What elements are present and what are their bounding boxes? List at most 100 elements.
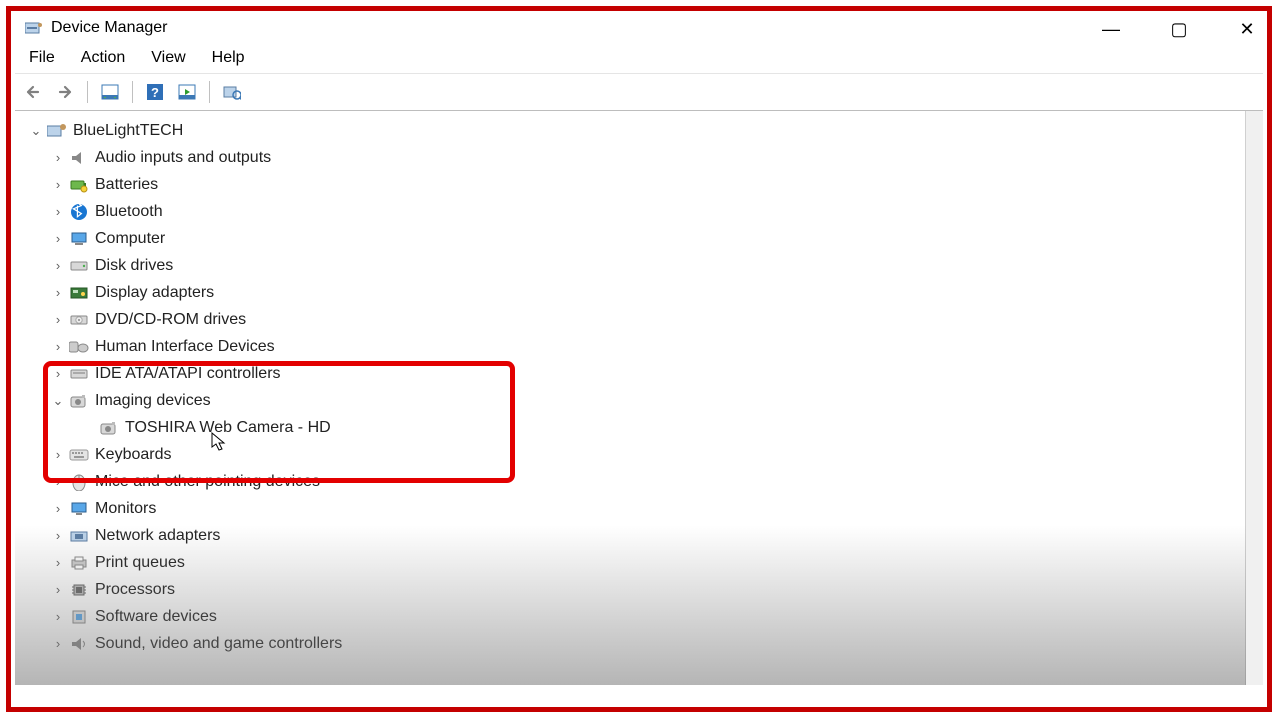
- bt-icon: [69, 203, 89, 221]
- disp-icon: [69, 284, 89, 302]
- net-icon: [69, 527, 89, 545]
- window-title: Device Manager: [51, 19, 168, 37]
- arrow-right-icon: [56, 84, 74, 100]
- menu-action[interactable]: Action: [81, 49, 125, 67]
- tree-item-label: Software devices: [95, 608, 217, 626]
- chevron-right-icon: ›: [51, 285, 65, 300]
- comp-icon: [69, 230, 89, 248]
- tree-item-net[interactable]: › Network adapters: [29, 522, 1263, 549]
- print-icon: [69, 554, 89, 572]
- tree-item-audio[interactable]: › Audio inputs and outputs: [29, 144, 1263, 171]
- tree-item-label: IDE ATA/ATAPI controllers: [95, 365, 281, 383]
- tree-item-sound[interactable]: › Sound, video and game controllers: [29, 630, 1263, 657]
- toolbar-separator: [87, 81, 88, 103]
- tree-item-label: Mice and other pointing devices: [95, 473, 320, 491]
- mouse-icon: [69, 473, 89, 491]
- mon-icon: [69, 500, 89, 518]
- img-icon: [69, 392, 89, 410]
- menu-view[interactable]: View: [151, 49, 185, 67]
- chevron-right-icon: ›: [51, 258, 65, 273]
- chevron-right-icon: ›: [51, 177, 65, 192]
- tree-item-print[interactable]: › Print queues: [29, 549, 1263, 576]
- panel-icon: [101, 84, 119, 100]
- tree-item-cpu[interactable]: › Processors: [29, 576, 1263, 603]
- tree-item-kbd[interactable]: ›Keyboards: [29, 441, 1263, 468]
- chevron-right-icon: ›: [51, 366, 65, 381]
- chevron-right-icon: ›: [51, 555, 65, 570]
- tree-item-label: Keyboards: [95, 446, 172, 464]
- vertical-scrollbar[interactable]: [1245, 111, 1263, 685]
- cpu-icon: [69, 581, 89, 599]
- tree-item-dvd[interactable]: › DVD/CD-ROM drives: [29, 306, 1263, 333]
- tree-item-mon[interactable]: ›Monitors: [29, 495, 1263, 522]
- help-button[interactable]: ?: [143, 80, 167, 104]
- hid-icon: [69, 338, 89, 356]
- chevron-right-icon: ›: [51, 312, 65, 327]
- svg-text:?: ?: [151, 85, 159, 100]
- chevron-right-icon: ›: [51, 339, 65, 354]
- tree-item-label: Disk drives: [95, 257, 173, 275]
- chevron-right-icon: ›: [51, 231, 65, 246]
- window-controls: — ▢ ✕: [1099, 19, 1259, 40]
- chevron-right-icon: ›: [51, 528, 65, 543]
- tree-item-mouse[interactable]: › Mice and other pointing devices: [29, 468, 1263, 495]
- chevron-right-icon: ›: [51, 609, 65, 624]
- menu-help[interactable]: Help: [212, 49, 245, 67]
- tree-item-label: Audio inputs and outputs: [95, 149, 271, 167]
- forward-button[interactable]: [53, 80, 77, 104]
- soft-icon: [69, 608, 89, 626]
- chevron-right-icon: ›: [51, 636, 65, 651]
- app-icon: [25, 21, 43, 35]
- minimize-button[interactable]: —: [1099, 19, 1123, 40]
- help-icon: ?: [146, 83, 164, 101]
- tree-item-img[interactable]: ⌄Imaging devices: [29, 387, 1263, 414]
- chevron-right-icon: ›: [51, 204, 65, 219]
- tree-item-hid[interactable]: › Human Interface Devices: [29, 333, 1263, 360]
- tree-item-label: DVD/CD-ROM drives: [95, 311, 246, 329]
- menu-file[interactable]: File: [29, 49, 55, 67]
- tree-item-batt[interactable]: ›Batteries: [29, 171, 1263, 198]
- tree-item-label: Display adapters: [95, 284, 214, 302]
- toolbar-separator: [132, 81, 133, 103]
- tree-item-label: Human Interface Devices: [95, 338, 275, 356]
- device-tree: ⌄ BlueLightTECH › Audio inputs and output…: [15, 117, 1263, 657]
- tree-root-label: BlueLightTECH: [73, 122, 183, 140]
- window-frame: Device Manager — ▢ ✕ File Action View He…: [6, 6, 1272, 712]
- tree-item-cam[interactable]: TOSHIRA Web Camera - HD: [29, 414, 1263, 441]
- back-button[interactable]: [21, 80, 45, 104]
- batt-icon: [69, 176, 89, 194]
- show-hidden-button[interactable]: [98, 80, 122, 104]
- tree-item-label: Network adapters: [95, 527, 220, 545]
- chevron-right-icon: ›: [51, 474, 65, 489]
- titlebar: Device Manager: [11, 11, 1267, 45]
- chevron-right-icon: ›: [51, 582, 65, 597]
- tree-item-comp[interactable]: ›Computer: [29, 225, 1263, 252]
- chevron-down-icon: ⌄: [51, 393, 65, 409]
- tree-item-label: Print queues: [95, 554, 185, 572]
- chevron-right-icon: ›: [51, 150, 65, 165]
- ide-icon: [69, 365, 89, 383]
- tree-item-label: Sound, video and game controllers: [95, 635, 342, 653]
- tree-item-ide[interactable]: › IDE ATA/ATAPI controllers: [29, 360, 1263, 387]
- disk-icon: [69, 257, 89, 275]
- dvd-icon: [69, 311, 89, 329]
- tree-item-label: Bluetooth: [95, 203, 163, 221]
- tree-item-bt[interactable]: › Bluetooth: [29, 198, 1263, 225]
- toolbar-separator: [209, 81, 210, 103]
- tree-item-disk[interactable]: › Disk drives: [29, 252, 1263, 279]
- tree-item-label: TOSHIRA Web Camera - HD: [125, 419, 331, 437]
- arrow-left-icon: [24, 84, 42, 100]
- kbd-icon: [69, 446, 89, 464]
- device-tree-panel: ⌄ BlueLightTECH › Audio inputs and output…: [15, 110, 1263, 685]
- scan-hardware-button[interactable]: [220, 80, 244, 104]
- maximize-button[interactable]: ▢: [1167, 19, 1191, 40]
- tree-root[interactable]: ⌄ BlueLightTECH: [29, 117, 1263, 144]
- refresh-icon: [178, 84, 196, 100]
- close-button[interactable]: ✕: [1235, 19, 1259, 40]
- refresh-button[interactable]: [175, 80, 199, 104]
- tree-item-label: Processors: [95, 581, 175, 599]
- tree-categories: ›Audio inputs and outputs›Batteries›Blue…: [29, 144, 1263, 657]
- audio-icon: [69, 149, 89, 167]
- tree-item-disp[interactable]: › Display adapters: [29, 279, 1263, 306]
- tree-item-soft[interactable]: › Software devices: [29, 603, 1263, 630]
